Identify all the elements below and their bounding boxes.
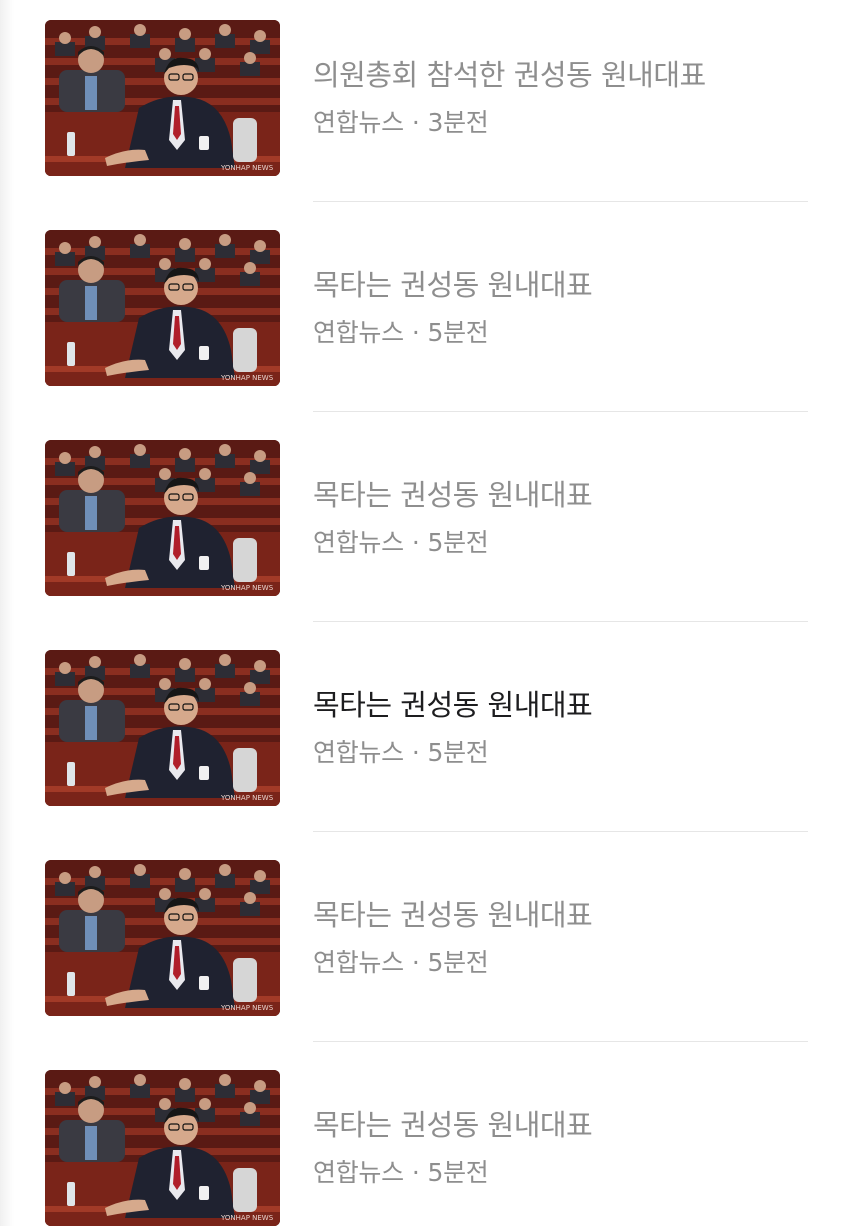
news-headline[interactable]: 목타는 권성동 원내대표 [313,262,593,304]
news-source: 연합뉴스 [313,318,404,347]
item-divider [313,831,808,832]
meta-separator: · [411,1158,420,1187]
thumbnail-watermark: YONHAP NEWS [220,1004,274,1012]
news-meta: 연합뉴스 · 3분전 [313,103,489,139]
thumbnail-watermark: YONHAP NEWS [220,1214,274,1222]
thumbnail-watermark: YONHAP NEWS [220,794,274,802]
thumbnail-photo: YONHAP NEWS [45,230,280,386]
news-headline[interactable]: 목타는 권성동 원내대표 [313,472,593,514]
thumbnail-photo: YONHAP NEWS [45,860,280,1016]
news-headline[interactable]: 목타는 권성동 원내대표 [313,1102,593,1144]
news-meta: 연합뉴스 · 5분전 [313,733,489,769]
news-meta: 연합뉴스 · 5분전 [313,1153,489,1189]
news-thumbnail[interactable]: YONHAP NEWS [45,650,280,806]
meta-separator: · [411,528,420,557]
news-thumbnail[interactable]: YONHAP NEWS [45,20,280,176]
news-thumbnail[interactable]: YONHAP NEWS [45,860,280,1016]
news-item[interactable]: YONHAP NEWS 목타는 권성동 원내대표 연합뉴스 · 5분전 [0,630,850,840]
news-item[interactable]: YONHAP NEWS 목타는 권성동 원내대표 연합뉴스 · 5분전 [0,840,850,1050]
meta-separator: · [411,948,420,977]
meta-separator: · [411,318,420,347]
news-item[interactable]: YONHAP NEWS 목타는 권성동 원내대표 연합뉴스 · 5분전 [0,420,850,630]
thumbnail-watermark: YONHAP NEWS [220,584,274,592]
news-source: 연합뉴스 [313,528,404,557]
news-headline[interactable]: 목타는 권성동 원내대표 [313,892,593,934]
thumbnail-photo: YONHAP NEWS [45,440,280,596]
news-time: 5분전 [427,948,489,977]
thumbnail-watermark: YONHAP NEWS [220,374,274,382]
news-time: 5분전 [427,1158,489,1187]
item-divider [313,1041,808,1042]
thumbnail-photo: YONHAP NEWS [45,1070,280,1226]
news-thumbnail[interactable]: YONHAP NEWS [45,230,280,386]
news-item[interactable]: YONHAP NEWS 의원총회 참석한 권성동 원내대표 연합뉴스 · 3분전 [0,0,850,210]
news-headline[interactable]: 목타는 권성동 원내대표 [313,682,593,724]
news-source: 연합뉴스 [313,948,404,977]
news-time: 5분전 [427,738,489,767]
thumbnail-photo: YONHAP NEWS [45,20,280,176]
thumbnail-watermark: YONHAP NEWS [220,164,274,172]
news-source: 연합뉴스 [313,738,404,767]
news-meta: 연합뉴스 · 5분전 [313,943,489,979]
news-headline[interactable]: 의원총회 참석한 권성동 원내대표 [313,52,706,94]
thumbnail-photo: YONHAP NEWS [45,650,280,806]
meta-separator: · [411,108,420,137]
news-thumbnail[interactable]: YONHAP NEWS [45,1070,280,1226]
news-meta: 연합뉴스 · 5분전 [313,523,489,559]
meta-separator: · [411,738,420,767]
news-item[interactable]: YONHAP NEWS 목타는 권성동 원내대표 연합뉴스 · 5분전 [0,210,850,420]
item-divider [313,621,808,622]
news-feed: YONHAP NEWS 의원총회 참석한 권성동 원내대표 연합뉴스 · 3분전 Y… [0,0,850,1226]
news-time: 5분전 [427,528,489,557]
item-divider [313,201,808,202]
news-item[interactable]: YONHAP NEWS 목타는 권성동 원내대표 연합뉴스 · 5분전 [0,1050,850,1226]
news-time: 3분전 [427,108,489,137]
news-thumbnail[interactable]: YONHAP NEWS [45,440,280,596]
news-source: 연합뉴스 [313,1158,404,1187]
item-divider [313,411,808,412]
news-meta: 연합뉴스 · 5분전 [313,313,489,349]
news-time: 5분전 [427,318,489,347]
news-source: 연합뉴스 [313,108,404,137]
